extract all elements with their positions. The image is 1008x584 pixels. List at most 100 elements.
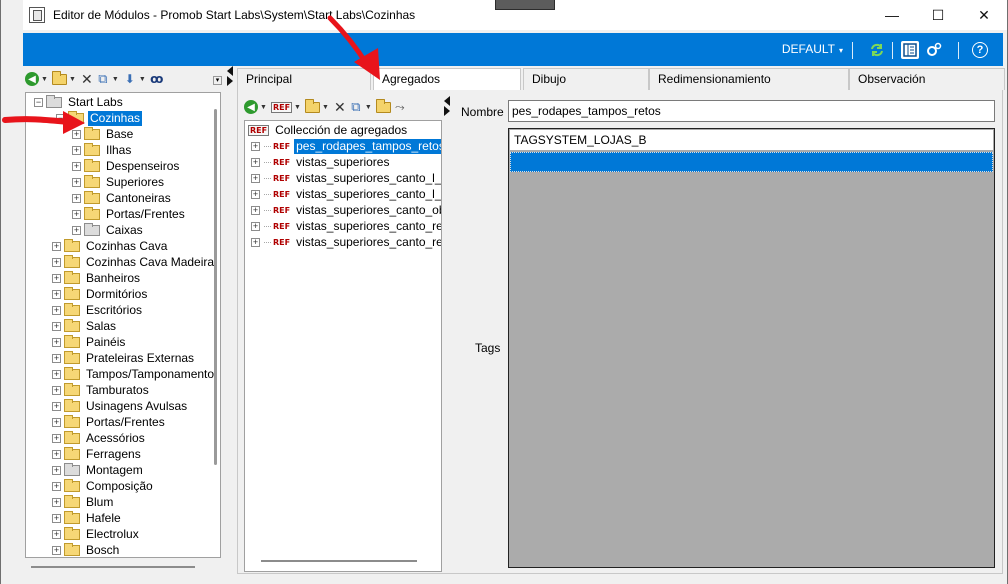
back-button[interactable]: ◀ (244, 98, 258, 116)
agregado-item[interactable]: + ···· REF vistas_superiores_canto_obl (251, 202, 441, 218)
tree-node[interactable]: − Start Labs (34, 94, 125, 110)
agregados-horizontal-scrollbar[interactable] (261, 560, 417, 562)
expand-icon[interactable]: + (52, 513, 61, 523)
link-button[interactable]: ⤳ (393, 98, 407, 116)
tab-dibujo[interactable]: Dibujo (523, 68, 649, 90)
expand-icon[interactable]: + (72, 193, 81, 203)
expand-icon[interactable]: + (52, 273, 61, 283)
tree-node[interactable]: + Portas/Frentes (52, 414, 167, 430)
tree-node[interactable]: + Base (72, 126, 135, 142)
expand-icon[interactable]: + (52, 241, 61, 251)
tab-observacion[interactable]: Observación (849, 68, 1005, 90)
collapse-icon[interactable]: − (56, 113, 65, 123)
tree-node[interactable]: + Banheiros (52, 270, 142, 286)
expand-icon[interactable]: + (251, 173, 260, 183)
collapse-left-arrow-icon[interactable] (227, 66, 233, 76)
expand-icon[interactable]: + (52, 417, 61, 427)
nombre-input[interactable]: pes_rodapes_tampos_retos (508, 100, 995, 122)
expand-icon[interactable]: + (72, 225, 81, 235)
expand-icon[interactable]: + (52, 433, 61, 443)
tree-node[interactable]: + Prateleiras Externas (52, 350, 196, 366)
agregado-item[interactable]: +····REFvistas_superiores_canto_l_Esq (251, 186, 441, 202)
add-reference-button[interactable]: REF (270, 98, 293, 116)
tree-node[interactable]: + Acessórios (52, 430, 147, 446)
tree-node[interactable]: + Dormitórios (52, 286, 149, 302)
agregado-item[interactable]: + ···· REF pes_rodapes_tampos_retos (251, 138, 441, 154)
profile-dropdown[interactable]: DEFAULT ▾ (782, 33, 843, 66)
expand-icon[interactable]: + (52, 529, 61, 539)
help-icon[interactable]: ? (971, 41, 989, 59)
agregado-item[interactable]: +····REFvistas_superiores_canto_reto_dir (251, 218, 441, 234)
tree-node-selected[interactable]: − Cozinhas (56, 110, 143, 126)
tree-node[interactable]: + Ilhas (72, 142, 133, 158)
move-down-button[interactable]: ⬇ (123, 70, 137, 88)
tab-agregados[interactable]: Agregados (373, 68, 521, 91)
agregado-item[interactable]: + ···· REF vistas_superiores (251, 154, 391, 170)
agregados-tree[interactable]: REF Collección de agregados + ···· REF pes_… (244, 120, 442, 572)
tree-node[interactable]: + Salas (52, 318, 118, 334)
expand-icon[interactable]: + (251, 141, 260, 151)
tree-node[interactable]: + Tamburatos (52, 382, 151, 398)
tree-horizontal-scrollbar[interactable] (31, 566, 195, 568)
agregado-item[interactable]: + ···· REF vistas_superiores_canto_l_Dir (251, 170, 441, 186)
toolbar-overflow-icon[interactable]: ▾ (213, 76, 222, 85)
expand-right-arrow-icon[interactable] (444, 106, 450, 116)
tree-node[interactable]: + Hafele (52, 510, 123, 526)
tags-grid[interactable]: TAGSYSTEM_LOJAS_B (508, 128, 995, 568)
minimize-button[interactable]: — (869, 0, 915, 30)
expand-icon[interactable]: + (72, 145, 81, 155)
expand-icon[interactable]: + (52, 401, 61, 411)
expand-icon[interactable]: + (52, 369, 61, 379)
expand-icon[interactable]: + (72, 161, 81, 171)
tree-node[interactable]: + Portas/Frentes (72, 206, 187, 222)
expand-icon[interactable]: + (251, 221, 260, 231)
tree-node[interactable]: + Electrolux (52, 526, 141, 542)
copy-button[interactable]: ⧉ (96, 70, 110, 88)
tab-redimensionamiento[interactable]: Redimensionamiento (649, 68, 849, 90)
expand-icon[interactable]: + (52, 289, 61, 299)
collapse-icon[interactable]: − (34, 97, 43, 107)
tree-node[interactable]: + Cozinhas Cava Madeira (52, 254, 216, 270)
expand-icon[interactable]: + (72, 177, 81, 187)
expand-icon[interactable]: + (52, 465, 61, 475)
tag-new-row[interactable] (510, 152, 993, 172)
close-button[interactable]: ✕ (961, 0, 1007, 30)
delete-button[interactable]: ✕ (80, 70, 94, 88)
tree-node[interactable]: + Cozinhas Cava (52, 238, 169, 254)
expand-icon[interactable]: + (52, 305, 61, 315)
tree-node[interactable]: + Escritórios (52, 302, 144, 318)
folder-link-button[interactable] (375, 98, 391, 116)
layout-view-icon[interactable] (901, 41, 919, 59)
tab-principal[interactable]: Principal (237, 68, 371, 90)
tree-node[interactable]: + Tampos/Tamponamento (52, 366, 216, 382)
tree-node[interactable]: + Painéis (52, 334, 127, 350)
expand-icon[interactable]: + (251, 189, 260, 199)
refresh-icon[interactable] (868, 41, 886, 59)
maximize-button[interactable]: ☐ (915, 0, 961, 30)
expand-icon[interactable]: + (72, 209, 81, 219)
tree-node[interactable]: + Despenseiros (72, 158, 181, 174)
expand-icon[interactable]: + (251, 205, 260, 215)
expand-icon[interactable]: + (52, 545, 61, 555)
expand-icon[interactable]: + (72, 129, 81, 139)
expand-icon[interactable]: + (52, 337, 61, 347)
agregado-item[interactable]: +····REFvistas_superiores_canto_reto_esq (251, 234, 441, 250)
tree-node[interactable]: + Superiores (72, 174, 166, 190)
delete-button[interactable]: ✕ (333, 98, 347, 116)
back-button[interactable]: ◀ (25, 70, 39, 88)
module-tree[interactable]: − Start Labs − Cozinhas + Base + Ilhas + Desp… (25, 92, 221, 558)
tree-node[interactable]: + Composição (52, 478, 155, 494)
expand-icon[interactable]: + (52, 449, 61, 459)
drag-grip[interactable] (495, 0, 555, 10)
tree-node[interactable]: + Ferragens (52, 446, 143, 462)
tree-node[interactable]: + Bosch (52, 542, 121, 557)
collection-root[interactable]: REF Collección de agregados (248, 122, 409, 138)
gears-icon[interactable] (925, 41, 943, 59)
copy-button[interactable]: ⧉ (349, 98, 363, 116)
new-folder-button[interactable] (51, 70, 67, 88)
tree-node[interactable]: + Caixas (72, 222, 145, 238)
search-button[interactable]: ꝏ (150, 70, 164, 88)
tree-scrollbar[interactable] (214, 109, 217, 465)
expand-icon[interactable]: + (251, 237, 260, 247)
tree-node[interactable]: + Cantoneiras (72, 190, 173, 206)
